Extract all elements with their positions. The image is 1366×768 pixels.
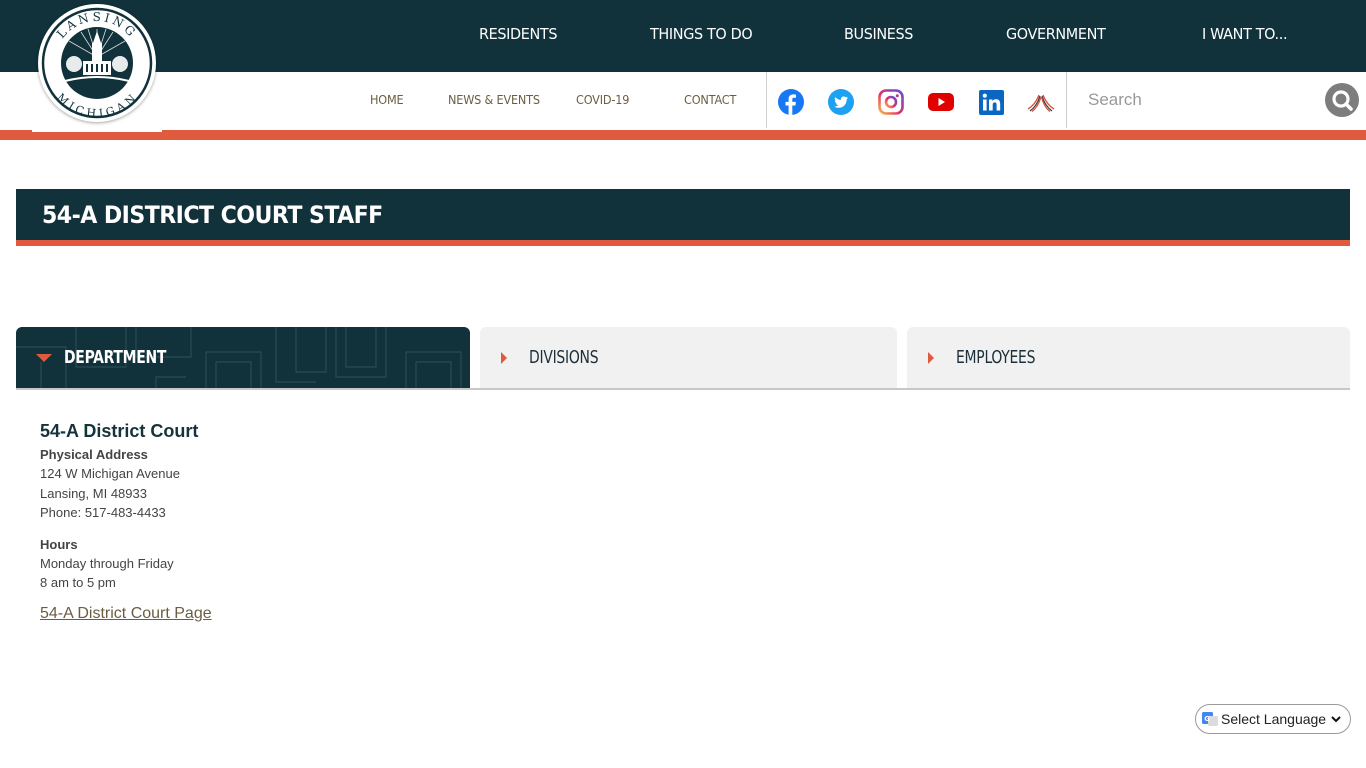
- linkedin-icon: [978, 89, 1004, 115]
- instagram-icon: [878, 89, 904, 115]
- chevron-down-icon: [1331, 716, 1341, 723]
- nav-things-to-do[interactable]: THINGS TO DO: [650, 25, 753, 43]
- nav-government[interactable]: GOVERNMENT: [1006, 25, 1106, 43]
- svg-text:G: G: [1204, 715, 1210, 723]
- address-line-2: Lansing, MI 48933: [40, 485, 147, 501]
- tabs-underline: [16, 388, 1350, 390]
- language-select-label: Select Language: [1221, 711, 1327, 727]
- hours-heading: Hours: [40, 536, 78, 552]
- caret-right-icon: [501, 352, 507, 364]
- page-title: 54-A DISTRICT COURT STAFF: [42, 201, 383, 229]
- district-court-page-link[interactable]: 54-A District Court Page: [40, 605, 212, 623]
- tab-divisions[interactable]: DIVISIONS: [480, 327, 897, 389]
- tab-label: DEPARTMENT: [64, 347, 167, 368]
- nav-residents[interactable]: RESIDENTS: [479, 25, 558, 43]
- facebook-link[interactable]: [777, 88, 805, 116]
- tab-label: DIVISIONS: [529, 347, 599, 368]
- phone: Phone: 517-483-4433: [40, 505, 166, 520]
- nav-news-events[interactable]: NEWS & EVENTS: [448, 93, 540, 107]
- address-heading: Physical Address: [40, 447, 148, 462]
- caret-right-icon: [928, 352, 934, 364]
- divider: [1066, 72, 1067, 128]
- hours-days: Monday through Friday: [40, 555, 174, 571]
- facebook-icon: [778, 89, 804, 115]
- nav-contact[interactable]: CONTACT: [684, 93, 736, 107]
- page-title-bar: 54-A DISTRICT COURT STAFF: [16, 189, 1350, 246]
- google-translate-icon: G: [1202, 712, 1218, 726]
- department-name: 54-A District Court: [40, 421, 199, 441]
- nav-home[interactable]: HOME: [370, 93, 404, 107]
- department-panel: 54-A District Court Physical Address 124…: [40, 421, 212, 623]
- youtube-icon: [928, 93, 954, 111]
- hours-time: 8 am to 5 pm: [40, 575, 116, 590]
- address-line-1: 124 W Michigan Avenue: [40, 466, 180, 481]
- accent-strip: [0, 130, 1366, 140]
- linkedin-link[interactable]: [977, 88, 1005, 116]
- search-input[interactable]: [1076, 80, 1316, 120]
- main-navigation: RESIDENTS THINGS TO DO BUSINESS GOVERNME…: [0, 0, 1366, 72]
- divider: [766, 72, 767, 128]
- search-button[interactable]: [1325, 83, 1359, 117]
- caret-down-icon: [36, 354, 52, 362]
- nav-covid-19[interactable]: COVID-19: [576, 93, 629, 107]
- tab-department[interactable]: DEPARTMENT: [16, 327, 470, 389]
- instagram-link[interactable]: [877, 88, 905, 116]
- arches-icon: [1027, 94, 1055, 112]
- nav-business[interactable]: BUSINESS: [844, 25, 913, 43]
- lansing-arts-link[interactable]: [1027, 88, 1055, 116]
- tab-employees[interactable]: EMPLOYEES: [907, 327, 1350, 389]
- tab-label: EMPLOYEES: [956, 347, 1036, 368]
- city-seal-logo[interactable]: LANSING MICHIGAN: [38, 4, 156, 122]
- youtube-link[interactable]: [927, 88, 955, 116]
- twitter-link[interactable]: [827, 88, 855, 116]
- search-icon: [1332, 90, 1353, 111]
- language-select[interactable]: G Select Language: [1195, 704, 1351, 734]
- twitter-icon: [828, 89, 854, 115]
- city-seal-icon: LANSING MICHIGAN: [41, 7, 153, 119]
- nav-i-want-to[interactable]: I WANT TO...: [1202, 25, 1288, 43]
